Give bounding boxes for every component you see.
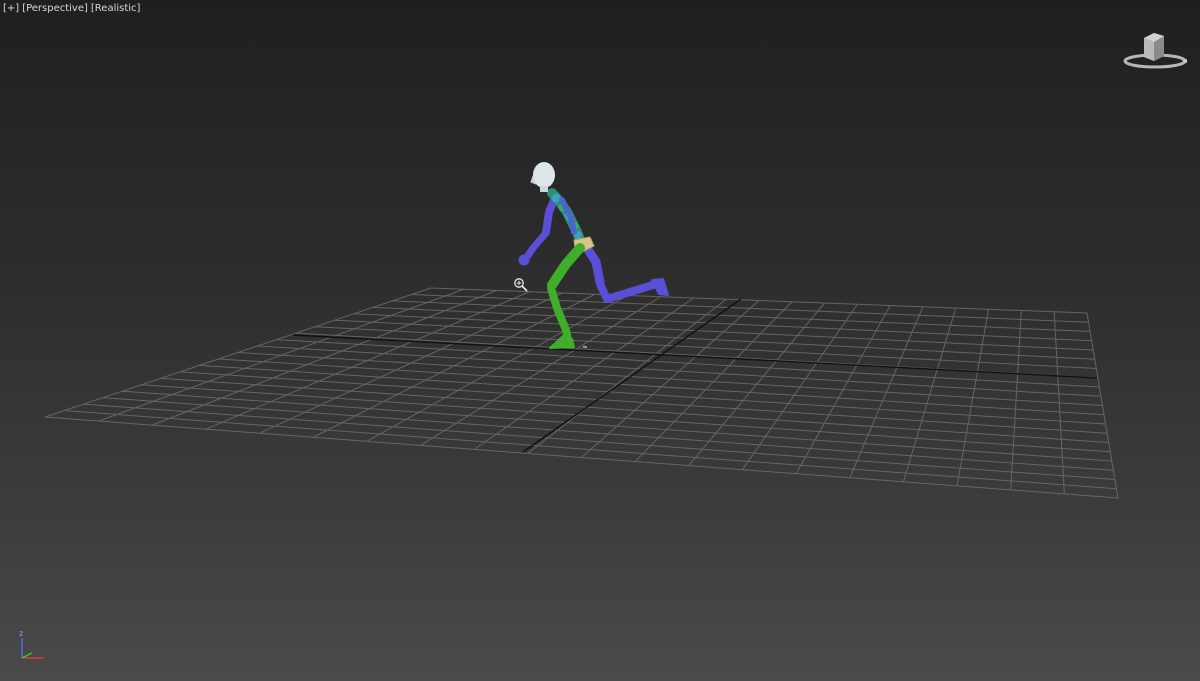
ground-marker bbox=[583, 346, 587, 348]
right-foot-bone bbox=[549, 335, 575, 349]
grid-line bbox=[1086, 312, 1119, 499]
grid-y-axis-line bbox=[522, 298, 742, 453]
scene-canvas[interactable] bbox=[0, 0, 1200, 681]
spine-bones[interactable] bbox=[547, 188, 585, 245]
zoom-cursor-icon bbox=[514, 278, 528, 292]
grid-line bbox=[956, 309, 990, 486]
left-hand-bone bbox=[518, 254, 530, 266]
left-thigh-bone bbox=[580, 240, 605, 287]
left-foot-bone bbox=[651, 278, 669, 296]
grid-line bbox=[44, 416, 1119, 499]
head-bone[interactable] bbox=[530, 162, 555, 192]
axis-z-label: z bbox=[19, 629, 23, 638]
left-arm-bones[interactable] bbox=[518, 192, 560, 266]
right-thigh-bone bbox=[547, 243, 585, 290]
axis-tripod-icon: z bbox=[19, 629, 44, 659]
home-grid bbox=[44, 287, 1119, 499]
left-forearm-bone bbox=[523, 229, 550, 261]
grid-line bbox=[64, 410, 1117, 490]
left-leg-bones[interactable] bbox=[580, 240, 669, 303]
perspective-viewport[interactable]: [+] [Perspective] [Realistic] z bbox=[0, 0, 1200, 681]
viewcube-icon[interactable] bbox=[1120, 26, 1190, 74]
